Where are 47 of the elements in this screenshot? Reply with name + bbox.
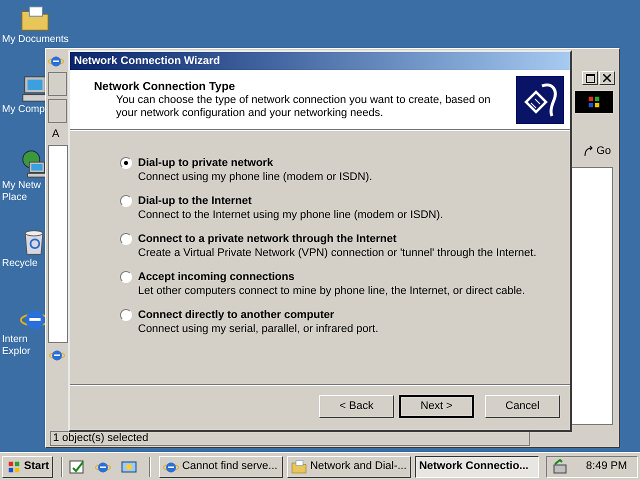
icon-label[interactable]: Explor: [0, 346, 30, 358]
toolbar-grip: [48, 72, 67, 96]
windows-flag-icon: [6, 460, 22, 474]
option-description: Connect using my serial, parallel, or infrared port.: [138, 322, 378, 336]
windows-flag-icon: [586, 95, 602, 109]
wizard-button[interactable]: Cancel: [485, 395, 560, 418]
icon-label[interactable]: My Documents: [0, 34, 69, 46]
icon-label[interactable]: Recycle: [0, 258, 38, 270]
network-plug-icon: [516, 76, 564, 124]
option-label[interactable]: Connect directly to another computer: [138, 308, 378, 322]
maximize-icon: [586, 74, 594, 82]
option-label[interactable]: Accept incoming connections: [138, 270, 526, 284]
option-label[interactable]: Dial-up to the Internet: [138, 194, 444, 208]
address-label: A: [51, 127, 60, 142]
option-label[interactable]: Dial-up to private network: [138, 156, 372, 170]
option-description: Create a Virtual Private Network (VPN) connection or 'tunnel' through the Internet.: [138, 246, 536, 260]
icon-label[interactable]: My Netw: [0, 180, 41, 192]
header-description: You can choose the type of network connection you want to create, based on your network configuration and your networking needs.: [115, 94, 492, 120]
clock: 8:49 PM: [586, 459, 628, 474]
radio-button[interactable]: [120, 309, 132, 321]
go-button[interactable]: Go: [583, 143, 611, 160]
radio-button[interactable]: [120, 157, 132, 169]
taskbar-button[interactable]: Network and Dial-...: [287, 456, 412, 478]
option-description: Connect to the Internet using my phone line (modem or ISDN).: [138, 208, 444, 222]
close-icon: [603, 74, 611, 82]
taskbar-button[interactable]: Network Connectio...: [415, 456, 540, 478]
toolbar-grip: [48, 99, 67, 123]
maximize-button[interactable]: [582, 71, 598, 85]
header-title: Network Connection Type: [94, 80, 236, 94]
option-description: Let other computers connect to mine by phone line, the Internet, or direct cable.: [138, 284, 526, 298]
taskbar-button[interactable]: Cannot find serve...: [159, 456, 284, 478]
radio-button[interactable]: [120, 271, 132, 283]
wizard-button[interactable]: Next >: [399, 395, 474, 418]
close-button[interactable]: [599, 71, 615, 85]
icon-label[interactable]: Intern: [0, 334, 28, 346]
folder-icon: [291, 458, 308, 474]
radio-button[interactable]: [120, 195, 132, 207]
window-title: Network Connection Wizard: [70, 52, 570, 70]
network-tray-icon: [551, 458, 569, 474]
radio-button[interactable]: [120, 233, 132, 245]
wizard-button[interactable]: < Back: [319, 395, 394, 418]
icon-label[interactable]: Place: [0, 192, 28, 204]
start-button[interactable]: Start: [2, 456, 54, 478]
icon-label[interactable]: My Comp: [0, 104, 45, 116]
go-arrow-icon: [583, 145, 596, 158]
option-label[interactable]: Connect to a private network through the Internet: [138, 232, 536, 246]
option-description: Connect using my phone line (modem or ISDN).: [138, 170, 372, 184]
